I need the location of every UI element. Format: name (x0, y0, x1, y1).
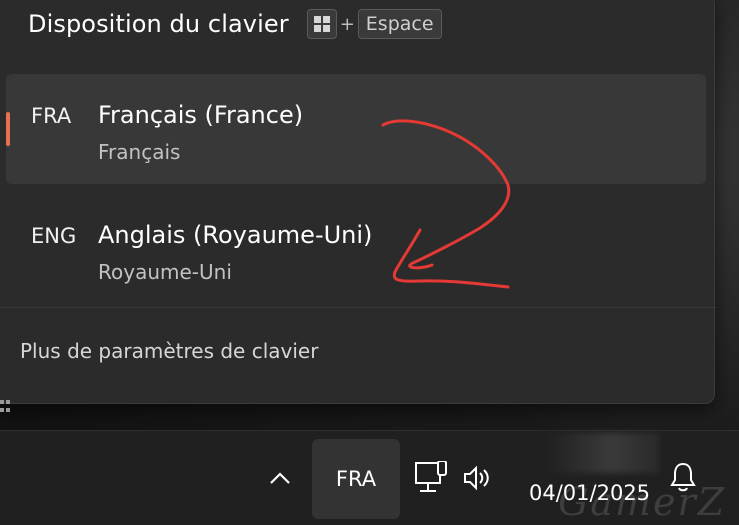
language-code: ENG (31, 224, 77, 248)
flyout-header: Disposition du clavier + Espace (28, 9, 442, 39)
selected-indicator (6, 112, 10, 146)
language-item-fra[interactable]: FRA Français (France) Français (6, 74, 706, 184)
language-code: FRA (31, 104, 72, 128)
language-name: Anglais (Royaume-Uni) (98, 221, 373, 249)
input-language-button[interactable]: FRA (312, 439, 400, 519)
space-key: Espace (357, 9, 442, 39)
windows-key (306, 9, 337, 39)
language-layout: Français (98, 140, 181, 164)
flyout-title: Disposition du clavier (28, 10, 289, 38)
language-item-eng[interactable]: ENG Anglais (Royaume-Uni) Royaume-Uni (6, 194, 706, 304)
windows-logo-icon (313, 16, 330, 32)
language-name: Français (France) (98, 101, 304, 129)
keyboard-layout-flyout: Disposition du clavier + Espace FRA Fran… (0, 0, 716, 404)
language-list: FRA Français (France) Français ENG Angla… (6, 74, 706, 284)
more-keyboard-settings-link[interactable]: Plus de paramètres de clavier (20, 339, 318, 363)
volume-icon[interactable] (462, 464, 492, 496)
flyout-divider (0, 307, 716, 308)
shortcut-hint: + Espace (306, 9, 442, 39)
apps-grid-icon (0, 400, 12, 414)
chevron-up-icon[interactable] (266, 464, 294, 492)
language-layout: Royaume-Uni (98, 260, 232, 284)
shortcut-plus: + (339, 13, 355, 35)
network-icon[interactable] (414, 460, 450, 499)
time-text-blurred (541, 433, 659, 473)
watermark-logo: GamerZ (558, 480, 727, 524)
